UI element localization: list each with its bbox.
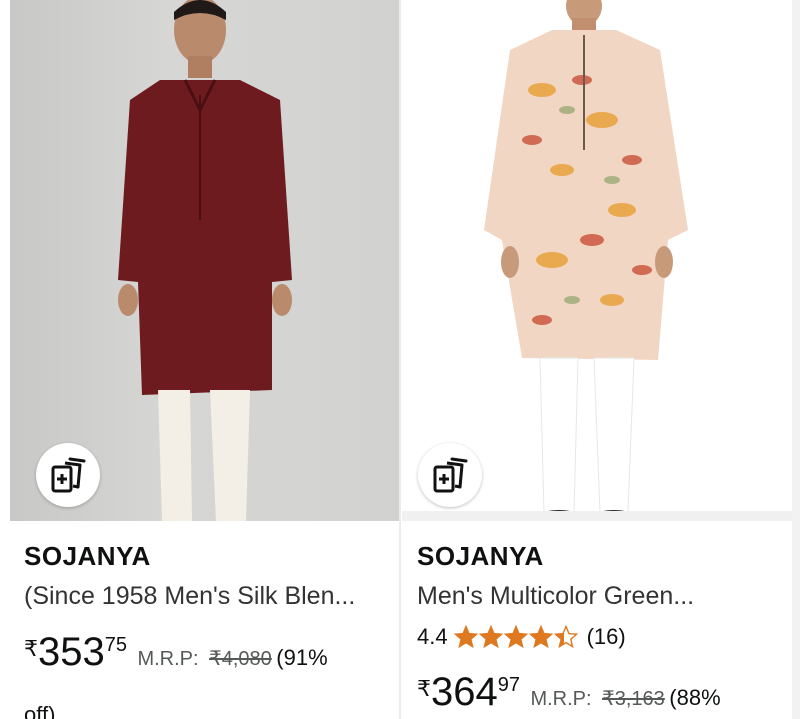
mrp-label: M.R.P: [530,688,592,710]
price-whole: 364 [431,670,498,714]
compare-button[interactable] [418,443,482,507]
discount-continued: off) [24,702,56,719]
price-currency: ₹ [24,636,38,661]
compare-icon [51,457,86,493]
product-image[interactable] [402,0,792,521]
star-rating [453,625,579,649]
star-icon [553,625,578,649]
brand-name: SOJANYA [24,541,151,571]
rating-row[interactable]: 4.4 (16) [417,624,626,650]
kurta-photo [484,0,688,520]
star-icon [503,625,528,649]
mrp-value: ₹3,163 [602,688,665,710]
price-whole: 353 [38,630,105,674]
discount: (88% [669,685,721,710]
price-currency: ₹ [417,676,431,701]
mrp-value: ₹4,080 [209,648,272,670]
star-icon [478,625,503,649]
discount: (91% [276,645,328,670]
mrp-label: M.R.P: [137,648,199,670]
compare-icon [433,457,468,493]
compare-button[interactable] [36,443,100,507]
product-image[interactable] [10,0,400,521]
star-icon [528,625,553,649]
star-icon [453,625,478,649]
rating-count[interactable]: (16) [587,624,626,650]
product-card[interactable]: SOJANYA (Since 1958 Men's Silk Blen... ₹… [0,0,400,719]
list-edge [792,0,800,719]
price-fraction: 97 [497,674,520,696]
brand-name: SOJANYA [417,541,544,571]
rating-value: 4.4 [417,624,448,649]
product-card[interactable]: SOJANYA Men's Multicolor Green... 4.4 (1… [402,0,800,719]
product-title[interactable]: Men's Multicolor Green... [417,582,727,611]
price-fraction: 75 [104,634,127,656]
product-title[interactable]: (Since 1958 Men's Silk Blen... [24,582,384,611]
card-divider [399,0,401,719]
price-row: ₹36497 M.R.P: ₹3,163 (88% [417,670,721,715]
price-row: ₹35375 M.R.P: ₹4,080 (91% [24,630,328,675]
